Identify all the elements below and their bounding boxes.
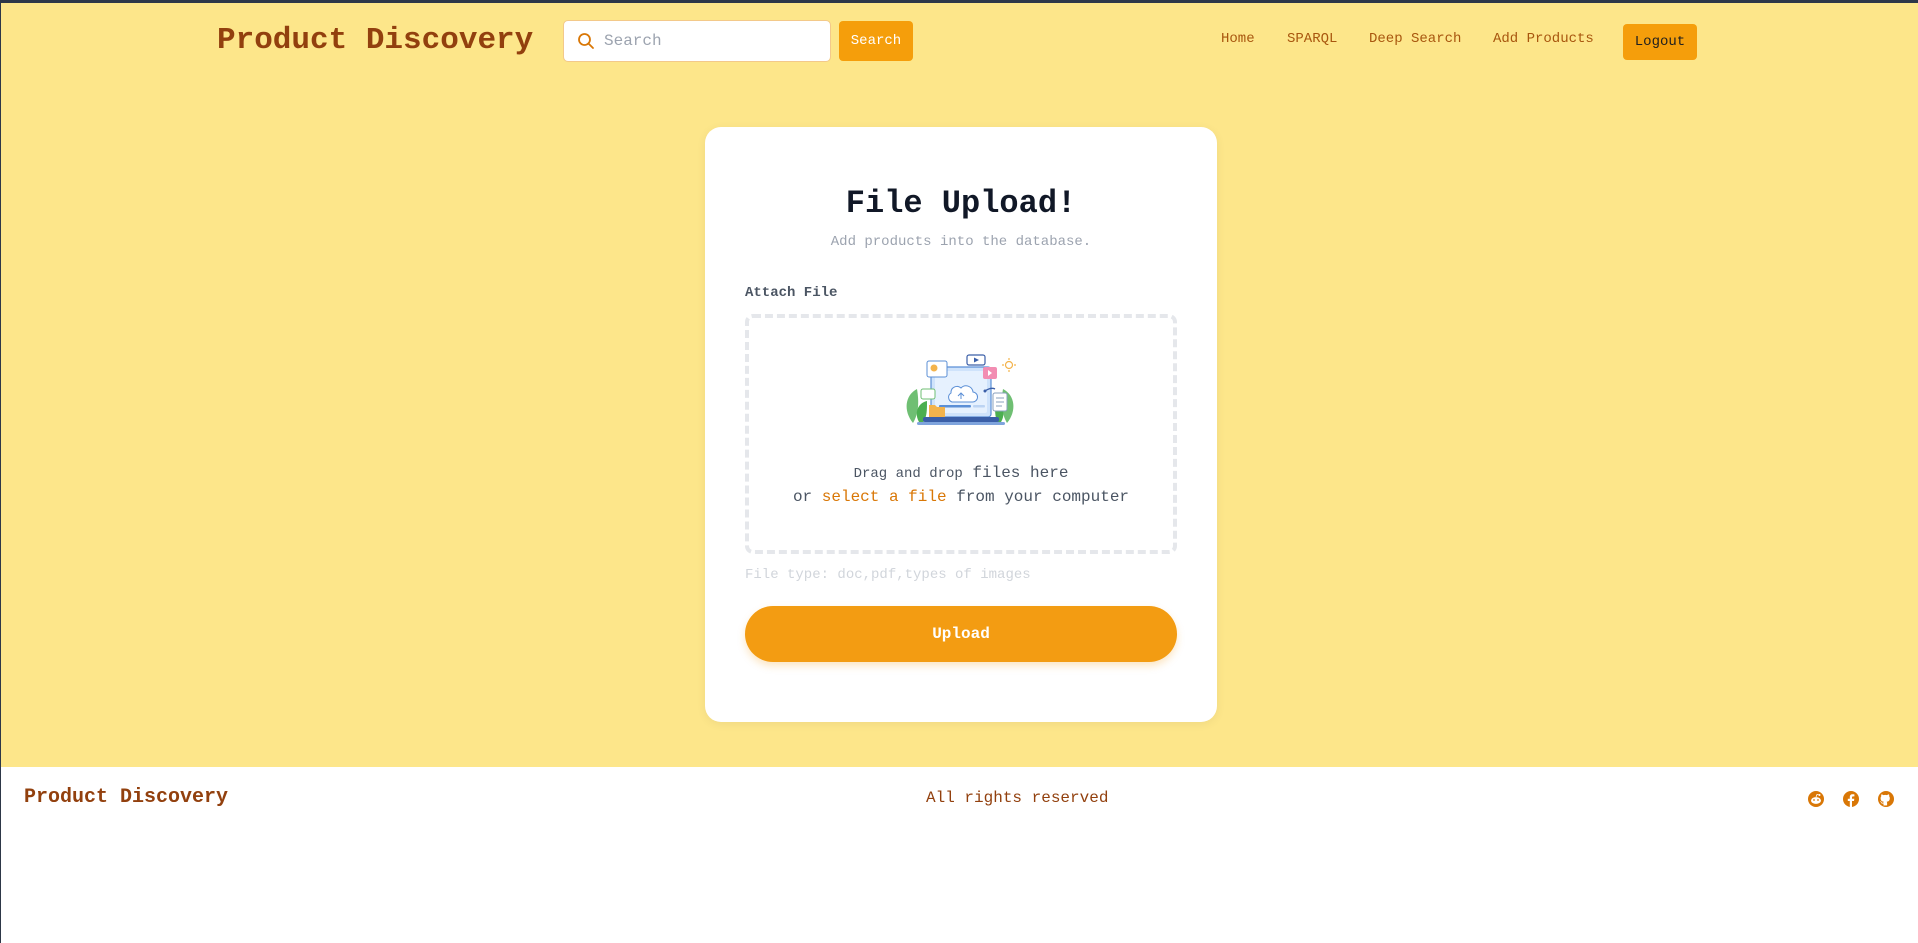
reddit-icon[interactable] [1807,790,1825,808]
nav-sparql[interactable]: SPARQL [1287,31,1337,47]
dropzone-files-text: files here [962,464,1069,482]
nav-home[interactable]: Home [1221,31,1255,47]
dropzone-select-line: or select a file from your computer [749,488,1173,506]
nav-add-products[interactable]: Add Products [1493,31,1594,47]
facebook-icon[interactable] [1842,790,1860,808]
upload-illustration [906,354,1016,425]
search-icon [578,33,594,49]
footer-rights: All rights reserved [926,789,1109,807]
footer-brand: Product Discovery [24,786,229,809]
brand-title[interactable]: Product Discovery [217,23,533,58]
attach-file-label: Attach File [745,285,838,301]
dropzone-instruction: Drag and drop files here [749,464,1173,482]
dropzone-drag-text: Drag and drop [853,466,963,482]
upload-card: File Upload! Add products into the datab… [705,127,1217,722]
upload-button[interactable]: Upload [745,606,1177,662]
search-input[interactable] [604,25,824,57]
dropzone-computer-text: from your computer [946,488,1130,506]
card-subtitle: Add products into the database. [830,234,1092,250]
card-title: File Upload! [845,185,1077,222]
nav-deep-search[interactable]: Deep Search [1369,31,1461,47]
page: Product Discovery Search Home SPARQL Dee… [0,0,1918,943]
main-area: Product Discovery Search Home SPARQL Dee… [1,3,1918,767]
github-icon[interactable] [1877,790,1895,808]
file-type-hint: File type: doc,pdf,types of images [745,567,1031,583]
search-button[interactable]: Search [839,21,913,61]
logout-button[interactable]: Logout [1623,24,1697,60]
dropzone-or-text: or [792,488,822,506]
file-dropzone[interactable]: Drag and drop files here or select a fil… [745,314,1177,554]
footer: Product Discovery All rights reserved [1,767,1918,943]
select-file-link[interactable]: select a file [822,488,947,506]
search-box[interactable] [563,20,831,62]
